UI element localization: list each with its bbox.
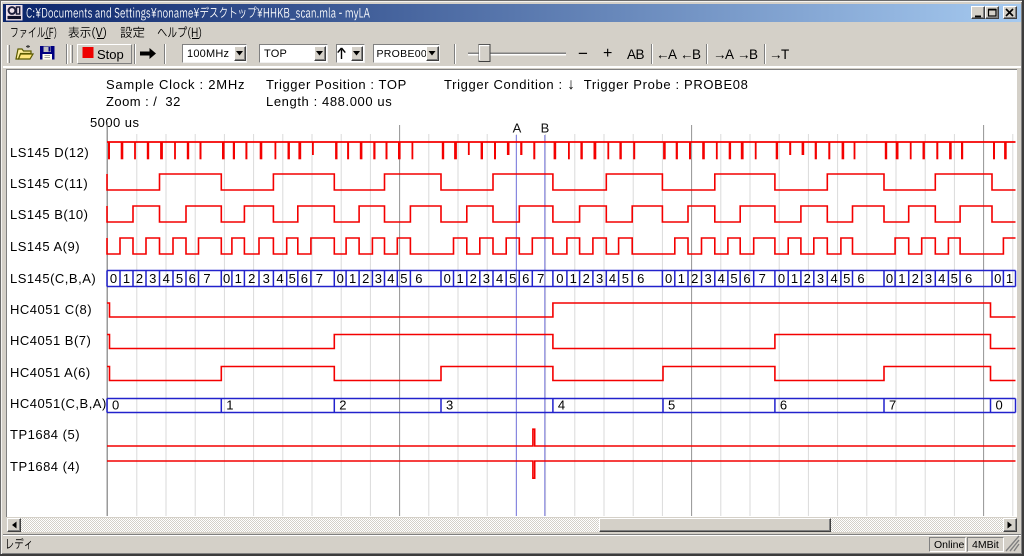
svg-text:5: 5 [176,271,183,286]
svg-text:1: 1 [570,271,577,286]
svg-text:0: 0 [444,271,451,286]
svg-text:3: 3 [596,271,603,286]
svg-text:4: 4 [609,271,616,286]
svg-text:5: 5 [509,271,516,286]
svg-text:3: 3 [483,271,490,286]
svg-text:4: 4 [387,271,394,286]
svg-text:3: 3 [375,271,382,286]
svg-text:0: 0 [886,271,893,286]
svg-text:4: 4 [938,271,945,286]
svg-text:3: 3 [704,271,711,286]
svg-text:4: 4 [163,271,170,286]
svg-text:3: 3 [446,398,453,413]
svg-text:1: 1 [349,271,356,286]
svg-text:2: 2 [912,271,919,286]
svg-text:4: 4 [718,271,725,286]
svg-text:0: 0 [556,271,563,286]
svg-text:2: 2 [691,271,698,286]
svg-text:5: 5 [730,271,737,286]
svg-text:0: 0 [778,271,785,286]
svg-text:6: 6 [965,271,972,286]
svg-text:4: 4 [496,271,503,286]
svg-text:5: 5 [843,271,850,286]
svg-text:2: 2 [804,271,811,286]
svg-text:2: 2 [362,271,369,286]
svg-text:5: 5 [622,271,629,286]
svg-text:3: 3 [817,271,824,286]
svg-text:6: 6 [301,271,308,286]
svg-text:0: 0 [337,271,344,286]
svg-text:6: 6 [189,271,196,286]
svg-text:7: 7 [203,271,210,286]
svg-text:1: 1 [226,398,233,413]
svg-text:5: 5 [289,271,296,286]
svg-text:2: 2 [339,398,346,413]
svg-text:A: A [513,121,522,136]
svg-text:4: 4 [558,398,565,413]
svg-text:3: 3 [925,271,932,286]
svg-text:0: 0 [223,271,230,286]
svg-text:6: 6 [780,398,787,413]
svg-text:B: B [541,121,550,136]
svg-text:1: 1 [123,271,130,286]
svg-text:0: 0 [994,271,1001,286]
svg-text:7: 7 [537,271,544,286]
svg-text:7: 7 [316,271,323,286]
svg-text:0: 0 [996,398,1003,413]
svg-text:3: 3 [149,271,156,286]
svg-text:1: 1 [1006,271,1013,286]
svg-text:4: 4 [276,271,283,286]
svg-text:5: 5 [400,271,407,286]
svg-text:0: 0 [110,271,117,286]
svg-text:4: 4 [830,271,837,286]
svg-text:6: 6 [415,271,422,286]
svg-text:2: 2 [470,271,477,286]
svg-text:0: 0 [112,398,119,413]
svg-text:6: 6 [743,271,750,286]
svg-text:3: 3 [263,271,270,286]
svg-text:6: 6 [522,271,529,286]
svg-text:5: 5 [668,398,675,413]
svg-text:7: 7 [759,271,766,286]
svg-text:1: 1 [898,271,905,286]
svg-text:1: 1 [235,271,242,286]
svg-text:1: 1 [678,271,685,286]
svg-text:5: 5 [951,271,958,286]
svg-text:1: 1 [456,271,463,286]
svg-text:2: 2 [136,271,143,286]
svg-text:0: 0 [665,271,672,286]
svg-text:6: 6 [857,271,864,286]
svg-text:2: 2 [248,271,255,286]
svg-text:2: 2 [583,271,590,286]
svg-text:1: 1 [791,271,798,286]
svg-text:6: 6 [637,271,644,286]
svg-text:7: 7 [889,398,896,413]
